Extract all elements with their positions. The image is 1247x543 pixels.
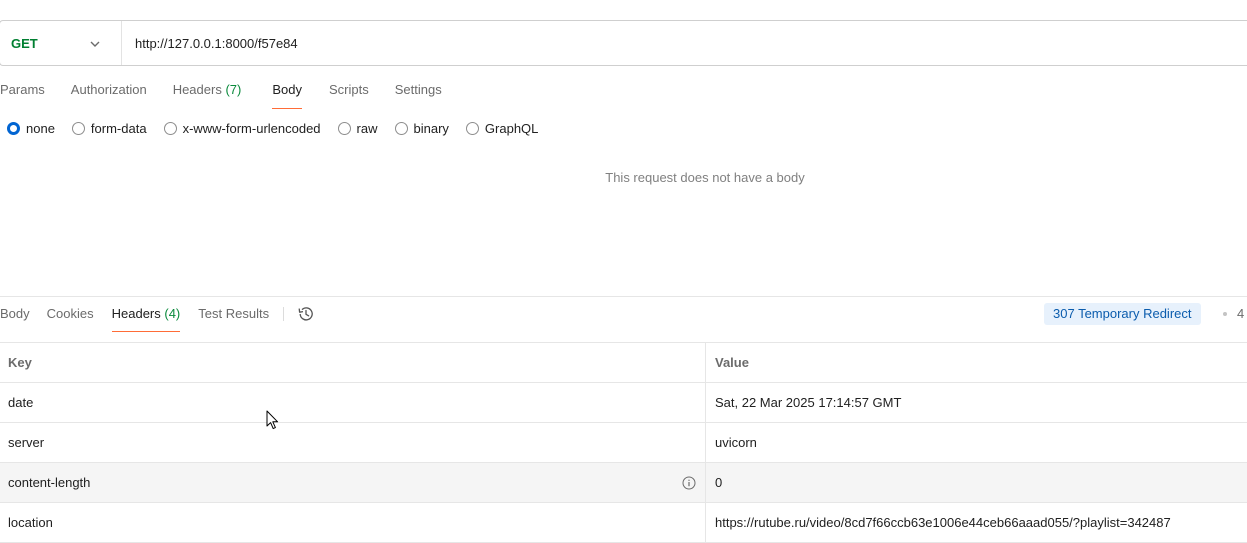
tab-label: Authorization: [70, 82, 147, 97]
radio-button-checked[interactable]: [7, 122, 20, 135]
tab-label: Body: [0, 306, 30, 321]
tab-label: Params: [0, 82, 45, 97]
tab-label: Headers: [111, 306, 161, 321]
radio-label: raw: [356, 121, 378, 136]
tab-authorization[interactable]: Authorization: [71, 79, 147, 109]
request-tabs: Params Authorization Headers (7) Body Sc…: [0, 79, 442, 109]
tab-params[interactable]: Params: [0, 79, 45, 109]
response-tabs: Body Cookies Headers (4) Test Results: [0, 304, 315, 332]
table-header-row: Key Value: [0, 343, 1247, 383]
response-tab-cookies[interactable]: Cookies: [47, 304, 94, 332]
radio-label: none: [26, 121, 55, 136]
radio-label: x-www-form-urlencoded: [182, 121, 321, 136]
method-label: GET: [11, 35, 38, 51]
radio-label: GraphQL: [484, 121, 539, 136]
column-header-key: Key: [0, 343, 706, 382]
table-row: server uvicorn: [0, 423, 1247, 463]
radio-button[interactable]: [394, 122, 408, 135]
table-row: location https://rutube.ru/video/8cd7f66…: [0, 503, 1247, 543]
radio-binary[interactable]: binary: [394, 121, 449, 136]
radio-button[interactable]: [71, 122, 85, 135]
radio-button[interactable]: [163, 122, 177, 135]
response-tab-body[interactable]: Body: [0, 304, 30, 332]
status-separator-dot: [1223, 312, 1227, 316]
radio-graphql[interactable]: GraphQL: [465, 121, 539, 136]
info-icon[interactable]: [682, 476, 696, 490]
radio-raw[interactable]: raw: [337, 121, 378, 136]
tab-body[interactable]: Body: [272, 79, 302, 109]
method-selector[interactable]: GET: [0, 21, 122, 65]
radio-label: binary: [413, 121, 449, 136]
url-input[interactable]: http://127.0.0.1:8000/f57e84: [122, 36, 298, 51]
tab-label: Test Results: [198, 306, 270, 321]
tab-settings[interactable]: Settings: [395, 79, 442, 109]
table-row: date Sat, 22 Mar 2025 17:14:57 GMT: [0, 383, 1247, 423]
header-value[interactable]: uvicorn: [706, 423, 1247, 462]
tab-label: Settings: [394, 82, 442, 97]
tab-separator: [283, 307, 285, 321]
tab-count: (4): [164, 306, 181, 321]
header-key: content-length: [8, 475, 91, 490]
header-key[interactable]: server: [0, 423, 706, 462]
header-value[interactable]: Sat, 22 Mar 2025 17:14:57 GMT: [706, 383, 1247, 422]
column-header-value: Value: [715, 355, 749, 370]
tab-scripts[interactable]: Scripts: [329, 79, 369, 109]
header-key[interactable]: location: [0, 503, 706, 542]
radio-label: form-data: [90, 121, 147, 136]
table-row: content-length 0: [0, 463, 1247, 503]
status-badge[interactable]: 307 Temporary Redirect: [1044, 303, 1201, 325]
radio-none[interactable]: none: [7, 121, 55, 136]
header-key-cell[interactable]: content-length: [0, 463, 706, 502]
history-icon[interactable]: [297, 305, 315, 323]
response-tab-test-results[interactable]: Test Results: [198, 304, 269, 332]
response-divider: [0, 296, 1247, 297]
header-key[interactable]: date: [0, 383, 706, 422]
response-tab-headers[interactable]: Headers (4): [111, 304, 181, 332]
radio-form-data[interactable]: form-data: [71, 121, 147, 136]
header-value[interactable]: https://rutube.ru/video/8cd7f66ccb63e100…: [706, 503, 1247, 542]
tab-label: Headers: [172, 82, 222, 97]
tab-count: (7): [225, 82, 242, 97]
body-type-selector: none form-data x-www-form-urlencoded raw…: [7, 121, 555, 136]
mouse-cursor-icon: [266, 410, 279, 430]
radio-urlencoded[interactable]: x-www-form-urlencoded: [163, 121, 321, 136]
response-headers-table: Key Value date Sat, 22 Mar 2025 17:14:57…: [0, 342, 1247, 543]
empty-body-message: This request does not have a body: [605, 170, 805, 185]
radio-button[interactable]: [337, 122, 351, 135]
response-time[interactable]: 4: [1237, 306, 1244, 321]
chevron-down-icon: [90, 41, 100, 47]
tab-label: Cookies: [46, 306, 94, 321]
url-bar: GET http://127.0.0.1:8000/f57e84: [0, 20, 1247, 66]
tab-label: Scripts: [328, 82, 369, 97]
tab-headers[interactable]: Headers (7): [173, 79, 242, 109]
header-value[interactable]: 0: [706, 463, 1247, 502]
tab-label: Body: [272, 82, 302, 97]
radio-button[interactable]: [465, 122, 479, 135]
